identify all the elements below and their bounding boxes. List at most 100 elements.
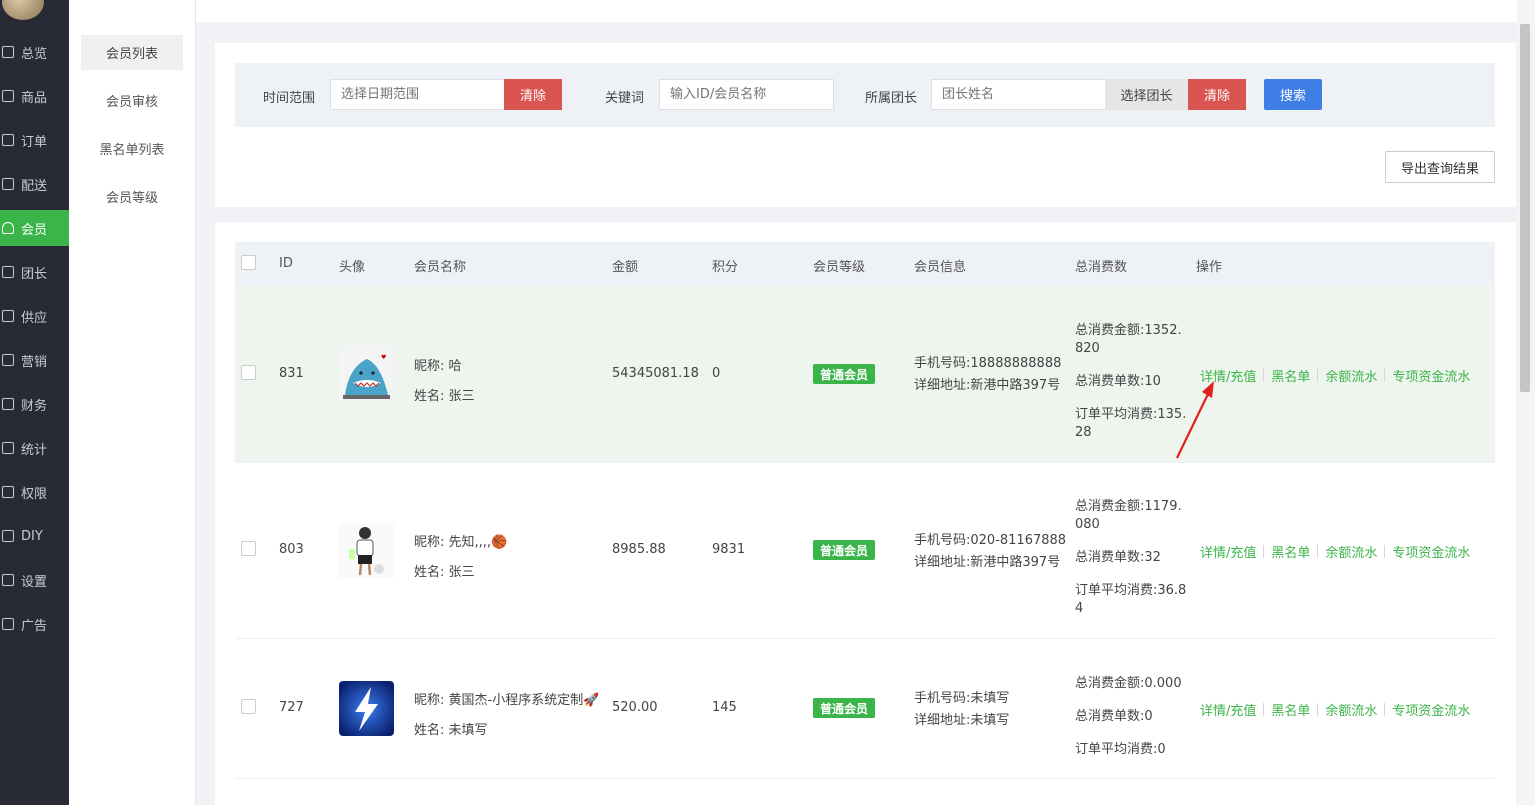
- subnav-member-review[interactable]: 会员审核: [81, 83, 183, 118]
- member-phone: 手机号码:020-81167888: [914, 533, 1067, 548]
- balance-flow-link[interactable]: 余额流水: [1325, 700, 1377, 719]
- col-actions: 操作: [1196, 260, 1223, 275]
- stats-icon: [2, 442, 14, 454]
- member-level-badge: 普通会员: [813, 698, 875, 718]
- nav-item-diy[interactable]: DIY: [0, 518, 69, 554]
- clear-leader-button[interactable]: 清除: [1188, 79, 1246, 110]
- select-leader-button[interactable]: 选择团长: [1105, 79, 1188, 110]
- nav-item-orders[interactable]: 订单: [0, 122, 69, 158]
- nav-label: 会员: [21, 222, 48, 238]
- keyword-input[interactable]: [659, 79, 834, 110]
- blacklist-link[interactable]: 黑名单: [1271, 700, 1310, 719]
- col-info: 会员信息: [914, 260, 967, 275]
- member-points: 9831: [712, 542, 746, 557]
- leader-name-input[interactable]: [931, 79, 1106, 110]
- special-fund-flow-link[interactable]: 专项资金流水: [1392, 700, 1470, 719]
- nav-item-settings[interactable]: 设置: [0, 562, 69, 598]
- col-amount: 金额: [612, 260, 639, 275]
- total-consume-count: 总消费单数:32: [1075, 550, 1161, 565]
- divider: [1263, 703, 1265, 716]
- nav-item-marketing[interactable]: 营销: [0, 342, 69, 378]
- detail-recharge-link[interactable]: 详情/充值: [1200, 542, 1256, 561]
- member-points: 0: [712, 366, 721, 381]
- row-checkbox[interactable]: [241, 699, 256, 714]
- nav-label: 设置: [21, 574, 48, 590]
- leader-label: 所属团长: [865, 91, 918, 106]
- special-fund-flow-link[interactable]: 专项资金流水: [1392, 542, 1470, 561]
- member-address: 详细地址:未填写: [914, 713, 1010, 728]
- nav-item-overview[interactable]: 总览: [0, 34, 69, 70]
- detail-recharge-link[interactable]: 详情/充值: [1200, 700, 1256, 719]
- member-id: 831: [279, 366, 304, 381]
- member-avatar: [339, 523, 394, 578]
- export-results-button[interactable]: 导出查询结果: [1385, 151, 1495, 183]
- member-avatar: [339, 681, 394, 736]
- nav-item-supply[interactable]: 供应: [0, 298, 69, 334]
- member-amount: 520.00: [612, 700, 658, 715]
- blacklist-link[interactable]: 黑名单: [1271, 366, 1310, 385]
- nav-label: 总览: [21, 46, 48, 62]
- col-id: ID: [279, 256, 293, 271]
- ad-icon: [2, 618, 14, 630]
- total-consume-amount: 总消费金额:1179.080: [1075, 499, 1182, 532]
- gear-icon: [2, 574, 14, 586]
- divider: [1263, 369, 1265, 382]
- total-consume-count: 总消费单数:10: [1075, 374, 1161, 389]
- row-checkbox[interactable]: [241, 365, 256, 380]
- nav-item-leaders[interactable]: 团长: [0, 254, 69, 290]
- nav-item-stats[interactable]: 统计: [0, 430, 69, 466]
- subnav-member-list[interactable]: 会员列表: [81, 35, 183, 70]
- member-amount: 8985.88: [612, 542, 666, 557]
- nav-label: 广告: [21, 618, 48, 634]
- scrollbar-thumb[interactable]: [1520, 24, 1530, 392]
- nav-item-members[interactable]: 会员: [0, 210, 69, 246]
- date-range-input[interactable]: [330, 79, 505, 110]
- shield-icon: [2, 486, 14, 498]
- diy-icon: [2, 530, 14, 542]
- row-actions: 详情/充值 黑名单 余额流水 专项资金流水: [1200, 700, 1470, 719]
- table-row: 803 昵称: 先知,,,,🏀 姓名: 张三 8985.88 9831 普通会员…: [235, 463, 1495, 639]
- row-actions: 详情/充值 黑名单 余额流水 专项资金流水: [1200, 542, 1470, 561]
- nav-label: 财务: [21, 398, 48, 414]
- order-icon: [2, 134, 14, 146]
- member-points: 145: [712, 700, 737, 715]
- total-consume-count: 总消费单数:0: [1075, 709, 1153, 724]
- member-realname: 姓名: 张三: [414, 565, 475, 580]
- clear-date-button[interactable]: 清除: [504, 79, 562, 110]
- member-nickname: 昵称: 哈: [414, 359, 462, 374]
- total-consume-amount: 总消费金额:0.000: [1075, 676, 1182, 691]
- page-scrollbar[interactable]: [1517, 0, 1535, 805]
- home-icon: [2, 46, 14, 58]
- nav-label: 配送: [21, 178, 48, 194]
- nav-item-goods[interactable]: 商品: [0, 78, 69, 114]
- detail-recharge-link[interactable]: 详情/充值: [1200, 366, 1256, 385]
- balance-flow-link[interactable]: 余额流水: [1325, 366, 1377, 385]
- divider: [1317, 703, 1319, 716]
- member-phone: 手机号码:18888888888: [914, 356, 1062, 371]
- col-avatar: 头像: [339, 260, 366, 275]
- nav-label: 营销: [21, 354, 48, 370]
- balance-flow-link[interactable]: 余额流水: [1325, 542, 1377, 561]
- table-row: 831 ♥ 昵称: 哈 姓名: 张三 54345081.18 0 普通会员 手机…: [235, 286, 1495, 463]
- nav-item-ads[interactable]: 广告: [0, 606, 69, 642]
- row-checkbox[interactable]: [241, 541, 256, 556]
- member-realname: 姓名: 张三: [414, 389, 475, 404]
- nav-item-delivery[interactable]: 配送: [0, 166, 69, 202]
- search-button[interactable]: 搜索: [1264, 79, 1322, 110]
- subnav-member-levels[interactable]: 会员等级: [81, 179, 183, 214]
- special-fund-flow-link[interactable]: 专项资金流水: [1392, 366, 1470, 385]
- nav-label: 供应: [21, 310, 48, 326]
- nav-label: 订单: [21, 134, 48, 150]
- member-nickname: 昵称: 先知,,,,🏀: [414, 535, 508, 550]
- nav-label: 团长: [21, 266, 48, 282]
- divider: [1384, 369, 1386, 382]
- nav-item-permissions[interactable]: 权限: [0, 474, 69, 510]
- blacklist-link[interactable]: 黑名单: [1271, 542, 1310, 561]
- keyword-label: 关键词: [605, 91, 645, 106]
- member-address: 详细地址:新港中路397号: [914, 378, 1061, 393]
- subnav-blacklist[interactable]: 黑名单列表: [81, 131, 183, 166]
- select-all-checkbox[interactable]: [241, 255, 256, 270]
- user-avatar[interactable]: [2, 0, 44, 20]
- member-phone: 手机号码:未填写: [914, 691, 1010, 706]
- nav-item-finance[interactable]: 财务: [0, 386, 69, 422]
